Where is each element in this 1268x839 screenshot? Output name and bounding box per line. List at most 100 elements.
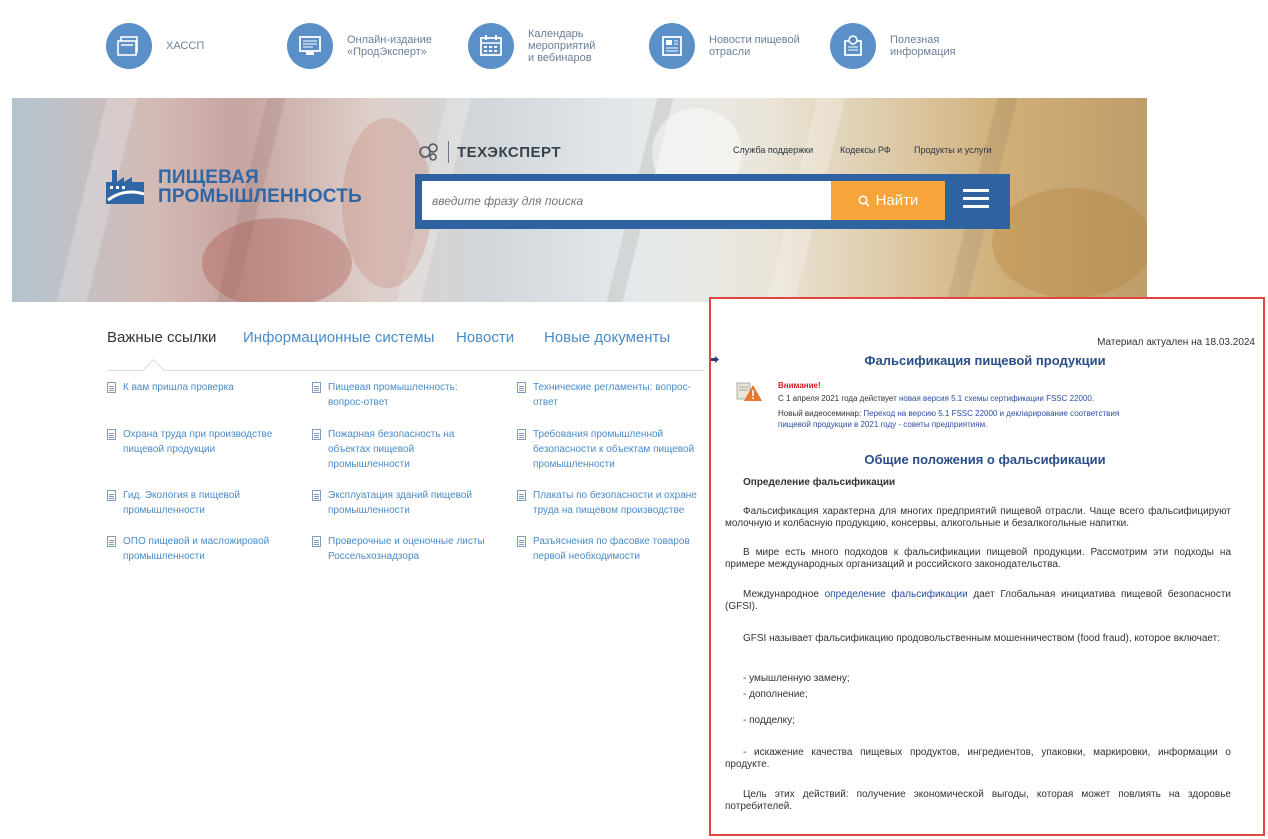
document-icon: [517, 536, 526, 547]
list-item: - дополнение;: [743, 689, 808, 700]
info-icon: [830, 23, 876, 69]
document-icon: [517, 490, 526, 501]
link-label: Разъяснения по фасовке товаров первой не…: [533, 536, 690, 562]
actuality-date: Материал актуален на 18.03.2024: [1097, 337, 1255, 348]
nav-item-label: Полезная информация: [890, 34, 956, 58]
search-input[interactable]: [422, 181, 831, 220]
link-label: Охрана труда при производстве пищевой пр…: [123, 429, 273, 455]
paragraph-1: Фальсификация характерна для многих пред…: [725, 506, 1231, 529]
notice-1: С 1 апреля 2021 года действует новая вер…: [778, 394, 1094, 404]
products-link[interactable]: Продукты и услуги: [914, 145, 992, 155]
link-label: Плакаты по безопасности и охране труда н…: [533, 490, 697, 516]
link-tech-regulations-qa[interactable]: Технические регламенты: вопрос- ответ: [517, 380, 691, 410]
hamburger-menu-icon[interactable]: [963, 189, 989, 213]
fssc-version-link[interactable]: новая версия 5.1 схемы сертификации FSSC…: [899, 394, 1094, 403]
list-item: - подделку;: [743, 715, 795, 726]
nav-item-label: ХАССП: [166, 40, 205, 52]
techexpert-name: ТЕХЭКСПЕРТ: [457, 143, 562, 161]
monitor-icon: [287, 23, 333, 69]
banner-decor: [992, 188, 1147, 298]
link-ecology-guide[interactable]: Гид. Экология в пищевой промышленности: [107, 488, 240, 518]
link-packaging-clarifications[interactable]: Разъяснения по фасовке товаров первой не…: [517, 534, 690, 564]
site-logo[interactable]: ПИЩЕВАЯ ПРОМЫШЛЕННОСТЬ: [104, 168, 362, 206]
search-bar: Найти: [415, 174, 1010, 229]
top-navigation: ХАССП Онлайн-издание «ПродЭксперт» Кален…: [0, 0, 1268, 95]
document-icon: [517, 429, 526, 440]
list-item: - искажение качества пищевых продуктов, …: [725, 747, 1231, 770]
document-icon: [312, 382, 321, 393]
document-icon: [312, 490, 321, 501]
search-icon: [858, 194, 870, 207]
document-icon: [517, 382, 526, 393]
document-icon: [107, 382, 116, 393]
link-hazardous-facilities[interactable]: ОПО пищевой и масложировой промышленност…: [107, 534, 269, 564]
newspaper-icon: [649, 23, 695, 69]
nav-item-useful-info[interactable]: Полезная информация: [830, 22, 956, 70]
paragraph-5: Цель этих действий: получение экономичес…: [725, 789, 1231, 812]
tab-important-links[interactable]: Важные ссылки: [107, 329, 216, 346]
link-label: Гид. Экология в пищевой промышленности: [123, 490, 240, 516]
link-safety-posters[interactable]: Плакаты по безопасности и охране труда н…: [517, 488, 697, 518]
document-icon: [107, 429, 116, 440]
falsification-definition-link[interactable]: определение фальсификации: [825, 589, 968, 600]
document-panel[interactable]: Материал актуален на 18.03.2024 Фальсифи…: [709, 297, 1265, 836]
support-link[interactable]: Служба поддержки: [733, 145, 813, 155]
document-icon: [312, 536, 321, 547]
tab-news[interactable]: Новости: [456, 329, 514, 346]
warning-icon: [736, 382, 762, 401]
logo-line-2: ПРОМЫШЛЕННОСТЬ: [158, 186, 362, 207]
link-inspection[interactable]: К вам пришла проверка: [107, 380, 234, 395]
nav-item-prodexpert[interactable]: Онлайн-издание «ПродЭксперт»: [287, 22, 432, 70]
list-item: - умышленную замену;: [743, 673, 850, 684]
link-checklists[interactable]: Проверочные и оценочные листы Россельхоз…: [312, 534, 485, 564]
link-food-industry-qa[interactable]: Пищевая промышленность: вопрос-ответ: [312, 380, 458, 410]
nav-item-news[interactable]: Новости пищевой отрасли: [649, 22, 800, 70]
banner-decor: [202, 218, 352, 302]
document-icon: [107, 490, 116, 501]
link-label: Технические регламенты: вопрос- ответ: [533, 382, 691, 408]
webinar-link-cont[interactable]: пищевой продукции в 2021 году - советы п…: [778, 420, 987, 430]
notice-2: Новый видеосеминар: Переход на версию 5.…: [778, 409, 1119, 419]
link-label: Пищевая промышленность: вопрос-ответ: [328, 382, 458, 408]
calendar-icon: [468, 23, 514, 69]
nav-item-label: Календарь мероприятий и вебинаров: [528, 28, 596, 64]
search-button-label: Найти: [875, 192, 919, 209]
paragraph-4: GFSI называет фальсификацию продовольств…: [743, 633, 1220, 644]
document-icon: [312, 429, 321, 440]
tab-information-systems[interactable]: Информационные системы: [243, 329, 434, 346]
divider: [448, 141, 449, 163]
link-label: Требования промышленной безопасности к о…: [533, 429, 695, 470]
codes-link[interactable]: Кодексы РФ: [840, 145, 891, 155]
search-button[interactable]: Найти: [831, 181, 945, 220]
folders-icon: [106, 23, 152, 69]
techexpert-emblem-icon: [419, 143, 438, 161]
link-label: Проверочные и оценочные листы Россельхоз…: [328, 536, 485, 562]
tab-new-documents[interactable]: Новые документы: [544, 329, 670, 346]
link-industrial-safety[interactable]: Требования промышленной безопасности к о…: [517, 427, 694, 472]
factory-icon: [106, 170, 145, 204]
link-label: Эксплуатация зданий пищевой промышленнос…: [328, 490, 472, 516]
paragraph-2: В мире есть много подходов к фальсификац…: [725, 547, 1231, 570]
link-label: ОПО пищевой и масложировой промышленност…: [123, 536, 270, 562]
techexpert-logo[interactable]: ТЕХЭКСПЕРТ: [418, 141, 561, 163]
tabs-divider: [107, 370, 705, 371]
paragraph-text: Международное: [743, 589, 825, 600]
logo-line-1: ПИЩЕВАЯ: [158, 167, 259, 188]
link-fire-safety[interactable]: Пожарная безопасность на объектах пищево…: [312, 427, 454, 472]
arrow-right-icon: [711, 356, 719, 363]
nav-item-haccp[interactable]: ХАССП: [106, 22, 204, 70]
section-heading: Общие положения о фальсификации: [864, 452, 1106, 467]
link-building-operation[interactable]: Эксплуатация зданий пищевой промышленнос…: [312, 488, 472, 518]
webinar-link[interactable]: Переход на версию 5.1 FSSC 22000 и декла…: [863, 409, 1119, 418]
attention-label: Внимание!: [778, 381, 821, 390]
subheading: Определение фальсификации: [743, 477, 896, 488]
logo-text: ПИЩЕВАЯ ПРОМЫШЛЕННОСТЬ: [158, 168, 362, 206]
notice-text: Новый видеосеминар:: [778, 409, 864, 418]
tabs-bar: Важные ссылки Информационные системы Нов…: [107, 326, 705, 370]
paragraph-3: Международное определение фальсификации …: [725, 589, 1231, 613]
nav-item-calendar[interactable]: Календарь мероприятий и вебинаров: [468, 22, 595, 70]
link-labor-protection[interactable]: Охрана труда при производстве пищевой пр…: [107, 427, 272, 457]
link-label: Пожарная безопасность на объектах пищево…: [328, 429, 455, 470]
document-icon: [107, 536, 116, 547]
nav-item-label: Онлайн-издание «ПродЭксперт»: [347, 34, 432, 58]
